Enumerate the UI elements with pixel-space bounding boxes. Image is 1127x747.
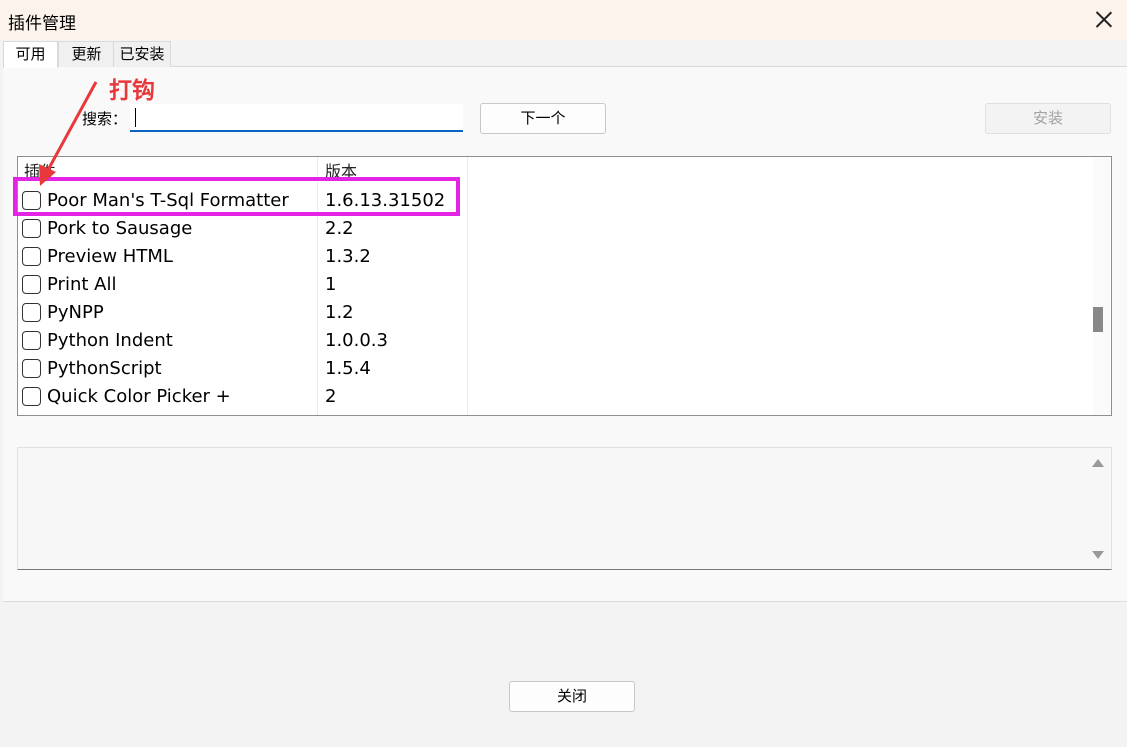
annotation-arrow-icon xyxy=(39,81,98,186)
plugin-manager-dialog: 插件管理 更新 已安装 可用 搜索： 下一个 安装 插件 版本 Poor Man… xyxy=(0,0,1127,747)
